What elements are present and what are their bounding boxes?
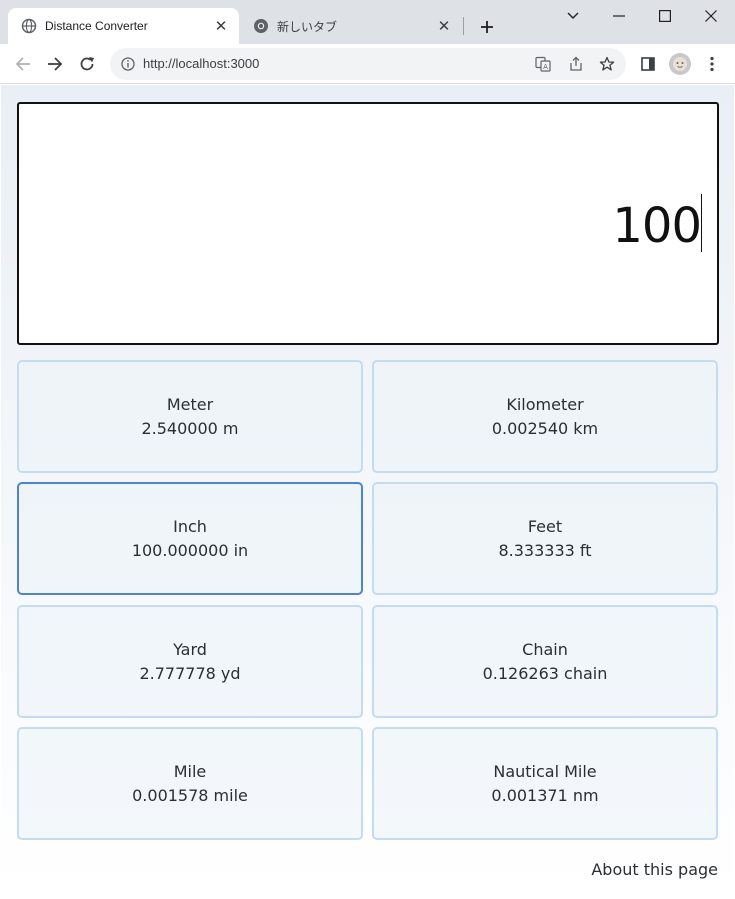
- unit-card-nautical-mile[interactable]: Nautical Mile 0.001371 nm: [372, 727, 718, 840]
- input-value: 100: [612, 198, 702, 254]
- translate-icon[interactable]: A: [533, 54, 553, 74]
- side-panel-icon[interactable]: [634, 50, 662, 78]
- unit-card-yard[interactable]: Yard 2.777778 yd: [17, 605, 363, 718]
- globe-icon: [21, 18, 37, 34]
- about-page-link[interactable]: About this page: [591, 860, 718, 879]
- unit-name: Nautical Mile: [493, 761, 597, 781]
- more-menu-icon[interactable]: [698, 50, 726, 78]
- info-icon[interactable]: [118, 54, 138, 74]
- unit-card-mile[interactable]: Mile 0.001578 mile: [17, 727, 363, 840]
- unit-name: Mile: [173, 761, 207, 781]
- text-caret: [700, 194, 702, 252]
- unit-name: Yard: [173, 639, 207, 659]
- chrome-icon: [253, 18, 269, 34]
- tab-search-chevron-down-icon[interactable]: [550, 2, 596, 30]
- unit-value: 8.333333 ft: [498, 540, 592, 560]
- tab-new-tab[interactable]: 新しいタブ ✕: [240, 8, 462, 44]
- tab-title: 新しいタブ: [277, 19, 338, 34]
- unit-card-kilometer[interactable]: Kilometer 0.002540 km: [372, 360, 718, 473]
- close-tab-icon[interactable]: ✕: [211, 16, 231, 36]
- unit-card-chain[interactable]: Chain 0.126263 chain: [372, 605, 718, 718]
- unit-name: Inch: [173, 516, 207, 536]
- maximize-icon[interactable]: [642, 2, 688, 30]
- unit-value: 2.540000 m: [141, 418, 239, 438]
- share-icon[interactable]: [566, 54, 586, 74]
- unit-name: Kilometer: [506, 394, 584, 414]
- address-bar[interactable]: http://localhost:3000 A: [110, 48, 626, 80]
- page-content: 100 Meter 2.540000 m Kilometer 0.002540 …: [1, 85, 734, 897]
- minimize-icon[interactable]: [596, 2, 642, 30]
- unit-value: 0.002540 km: [491, 418, 599, 438]
- unit-value: 0.001371 nm: [491, 785, 599, 805]
- unit-card-feet[interactable]: Feet 8.333333 ft: [372, 482, 718, 595]
- new-tab-button[interactable]: [474, 14, 500, 40]
- unit-value: 100.000000 in: [131, 540, 249, 560]
- unit-value: 2.777778 yd: [139, 663, 241, 683]
- unit-card-meter[interactable]: Meter 2.540000 m: [17, 360, 363, 473]
- close-tab-icon[interactable]: ✕: [434, 16, 454, 36]
- tab-strip: Distance Converter ✕ 新しいタブ ✕: [0, 0, 735, 44]
- unit-value: 0.001578 mile: [132, 785, 248, 805]
- profile-avatar[interactable]: [666, 50, 694, 78]
- bookmark-star-icon[interactable]: [597, 54, 617, 74]
- browser-toolbar: http://localhost:3000 A: [0, 44, 735, 84]
- url-text: http://localhost:3000: [143, 56, 260, 71]
- unit-card-inch[interactable]: Inch 100.000000 in: [17, 482, 363, 595]
- value-input-display[interactable]: 100: [17, 102, 719, 345]
- tab-divider: [463, 17, 464, 35]
- tab-title: Distance Converter: [45, 19, 148, 33]
- tab-distance-converter[interactable]: Distance Converter ✕: [8, 8, 239, 44]
- unit-value: 0.126263 chain: [482, 663, 608, 683]
- back-arrow-icon[interactable]: [9, 50, 37, 78]
- reload-icon[interactable]: [73, 50, 101, 78]
- unit-name: Chain: [522, 639, 568, 659]
- forward-arrow-icon[interactable]: [41, 50, 69, 78]
- close-window-icon[interactable]: [688, 2, 734, 30]
- svg-text:A: A: [543, 63, 548, 71]
- unit-name: Meter: [166, 394, 214, 414]
- unit-name: Feet: [527, 516, 563, 536]
